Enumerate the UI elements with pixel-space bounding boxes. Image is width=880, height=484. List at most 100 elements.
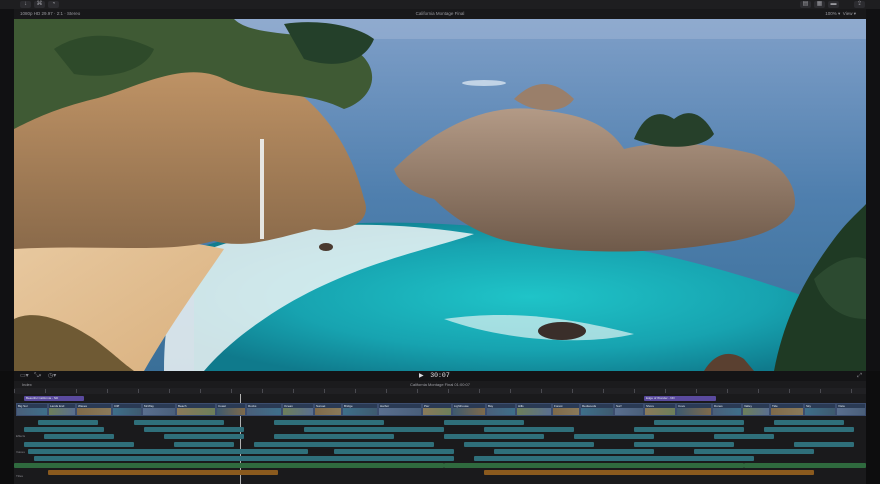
browser-icon[interactable]: ▦ — [814, 1, 825, 8]
connected-clip[interactable] — [694, 449, 814, 454]
storyline-clip[interactable]: Surf — [614, 403, 644, 416]
storyline-clip[interactable]: McWay — [142, 403, 176, 416]
connected-clip[interactable] — [714, 434, 774, 439]
storyline-clip[interactable]: Shore — [644, 403, 676, 416]
project-name: California Montage Final 01:00:07 — [409, 382, 471, 387]
clip-thumbnails — [517, 408, 551, 415]
ruler-tick — [696, 389, 727, 393]
connected-clip[interactable] — [24, 427, 104, 432]
connected-clip[interactable] — [134, 420, 224, 425]
share-icon[interactable]: ⇪ — [854, 1, 865, 8]
ruler-tick — [324, 389, 355, 393]
title-clip[interactable]: Beautiful California - ND — [24, 396, 84, 401]
viewer-header: 1080p HD 29.97 · 2:1 · Stereo California… — [14, 9, 866, 19]
ruler-tick — [355, 389, 386, 393]
clip-thumbnails — [453, 408, 485, 415]
storyline-clip[interactable]: Rocks — [246, 403, 282, 416]
ruler-tick — [541, 389, 572, 393]
connected-clip[interactable] — [794, 442, 854, 447]
connected-clip[interactable] — [484, 427, 574, 432]
libraries-icon[interactable]: ▤ — [800, 1, 811, 8]
background-tasks-icon[interactable]: ◔ — [48, 1, 59, 8]
music-clip[interactable] — [14, 463, 444, 468]
storyline-clip[interactable]: Valley — [742, 403, 770, 416]
lane-label: Effects — [16, 434, 26, 438]
clip-thumbnails — [247, 408, 281, 415]
connected-clip[interactable] — [444, 420, 524, 425]
connected-clip[interactable] — [634, 442, 734, 447]
storyline-clip[interactable]: Vista — [836, 403, 866, 416]
connected-clip[interactable] — [174, 442, 234, 447]
connected-clip[interactable] — [774, 420, 844, 425]
storyline-clip[interactable]: Dunes — [712, 403, 742, 416]
timecode-display[interactable]: 30:07 — [14, 371, 866, 381]
connected-clip[interactable] — [464, 442, 594, 447]
storyline-clip[interactable]: Coast — [216, 403, 246, 416]
music-clip[interactable] — [444, 463, 744, 468]
clip-thumbnails — [49, 408, 75, 415]
storyline-clip[interactable]: Hills — [516, 403, 552, 416]
ruler-tick — [45, 389, 76, 393]
storyline-clip[interactable]: Pier — [422, 403, 452, 416]
connected-clip[interactable] — [334, 449, 454, 454]
storyline-clip[interactable]: Sunset — [314, 403, 342, 416]
storyline-clip[interactable]: Harbor — [378, 403, 422, 416]
timeline[interactable]: Beautiful California - ND Edge of Wonder … — [14, 394, 866, 484]
connected-clip[interactable] — [444, 434, 544, 439]
storyline-clip[interactable]: Ocean — [282, 403, 314, 416]
music-clip[interactable] — [744, 463, 866, 468]
connected-clip[interactable] — [28, 449, 308, 454]
viewer-zoom[interactable]: 100% ▾ View ▾ — [825, 9, 856, 19]
right-panel — [866, 9, 880, 371]
timeline-icon[interactable]: ▬ — [828, 1, 839, 8]
storyline-clip[interactable]: Lands End — [48, 403, 76, 416]
clip-thumbnails — [487, 408, 515, 415]
connected-clip[interactable] — [44, 434, 114, 439]
connected-clip[interactable] — [574, 434, 654, 439]
storyline-clip[interactable]: Big Sur — [16, 403, 48, 416]
clip-thumbnails — [343, 408, 377, 415]
connected-clip[interactable] — [274, 420, 384, 425]
connected-clip[interactable] — [164, 434, 244, 439]
connected-clip[interactable] — [254, 442, 434, 447]
storyline-clip[interactable]: Cliff — [112, 403, 142, 416]
import-icon[interactable]: ↓ — [20, 1, 31, 8]
connected-clip[interactable] — [144, 427, 244, 432]
connected-clip[interactable] — [38, 420, 98, 425]
storyline-clip[interactable]: Lighthouse — [452, 403, 486, 416]
zoom-value[interactable]: 100% — [825, 11, 837, 16]
viewer-title: California Montage Final — [415, 11, 465, 16]
ruler-tick — [386, 389, 417, 393]
ruler-tick — [572, 389, 603, 393]
storyline-clip[interactable]: Redwoods — [580, 403, 614, 416]
connected-clip[interactable] — [764, 427, 854, 432]
ruler-tick — [603, 389, 634, 393]
connected-clip[interactable] — [494, 449, 654, 454]
connected-clip[interactable] — [34, 456, 454, 461]
title-clip[interactable]: Edge of Wonder - ND — [644, 396, 716, 401]
connected-clip[interactable] — [634, 427, 744, 432]
ruler-tick — [820, 389, 851, 393]
storyline-clip[interactable]: Waves — [76, 403, 112, 416]
lane-label: Titles — [16, 474, 24, 478]
storyline-clip[interactable]: Beach — [176, 403, 216, 416]
title-clip-bottom[interactable] — [48, 470, 278, 475]
clip-thumbnails — [713, 408, 741, 415]
title-clip-bottom[interactable] — [484, 470, 814, 475]
storyline-clip[interactable]: Sky — [804, 403, 836, 416]
view-menu[interactable]: View — [843, 11, 853, 16]
storyline-clip[interactable]: Bridge — [342, 403, 378, 416]
storyline-clip[interactable]: Tide — [770, 403, 804, 416]
storyline-clip[interactable]: Cove — [676, 403, 712, 416]
connected-clip[interactable] — [304, 427, 444, 432]
clip-thumbnails — [771, 408, 803, 415]
storyline-clip[interactable]: Bay — [486, 403, 516, 416]
ruler-tick — [107, 389, 138, 393]
storyline-clip[interactable]: Forest — [552, 403, 580, 416]
connected-clip[interactable] — [654, 420, 744, 425]
connected-clip[interactable] — [24, 442, 134, 447]
connected-clip[interactable] — [274, 434, 394, 439]
keyword-icon[interactable]: ⌘ — [34, 1, 45, 8]
fullscreen-icon[interactable]: ⤢ — [857, 371, 862, 381]
connected-clip[interactable] — [474, 456, 754, 461]
